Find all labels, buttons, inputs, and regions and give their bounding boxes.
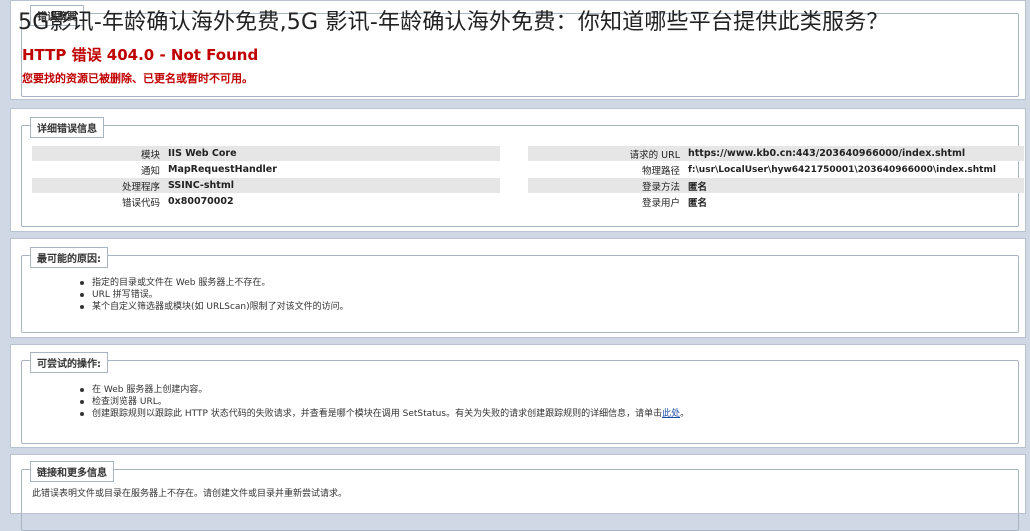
- detail-value: https://www.kb0.cn:443/203640966000/inde…: [688, 148, 966, 159]
- detail-label: 处理程序: [121, 181, 160, 193]
- details-legend: 详细错误信息: [30, 117, 104, 138]
- list-item: 检查浏览器 URL。: [78, 396, 689, 408]
- actions-list: 在 Web 服务器上创建内容。 检查浏览器 URL。 创建跟踪规则以跟踪此 HT…: [78, 384, 689, 420]
- list-item: 创建跟踪规则以跟踪此 HTTP 状态代码的失败请求，并查看是哪个模块在调用 Se…: [78, 408, 689, 420]
- detail-row-notification: 通知 MapRequestHandler: [32, 162, 500, 177]
- detail-row-handler: 处理程序 SSINC-shtml: [32, 178, 500, 193]
- detail-row-logon-method: 登录方法 匿名: [528, 178, 1024, 193]
- causes-legend: 最可能的原因:: [30, 247, 108, 268]
- detail-label: 登录方法: [641, 181, 680, 193]
- detail-value: 0x80070002: [168, 196, 234, 207]
- detail-value: SSINC-shtml: [168, 180, 234, 191]
- detail-row-error-code: 错误代码 0x80070002: [32, 194, 500, 209]
- detail-label: 模块: [140, 149, 160, 161]
- here-link[interactable]: 此处: [662, 409, 680, 419]
- list-item-suffix: 。: [680, 409, 690, 419]
- links-panel: 链接和更多信息: [10, 454, 1026, 531]
- detail-value: MapRequestHandler: [168, 164, 277, 175]
- links-text: 此错误表明文件或目录在服务器上不存在。请创建文件或目录并重新尝试请求。: [32, 489, 348, 499]
- detail-row-logon-user: 登录用户 匿名: [528, 194, 1024, 209]
- detail-label: 请求的 URL: [629, 149, 680, 161]
- list-item: 在 Web 服务器上创建内容。: [78, 384, 689, 396]
- error-message: 您要找的资源已被删除、已更名或暂时不可用。: [22, 72, 253, 85]
- detail-label: 错误代码: [121, 197, 160, 209]
- list-item: 某个自定义筛选器或模块(如 URLScan)限制了对该文件的访问。: [78, 301, 349, 313]
- detail-value: 匿名: [688, 197, 708, 209]
- detail-label: 登录用户: [641, 197, 680, 209]
- detail-row-requested-url: 请求的 URL https://www.kb0.cn:443/203640966…: [528, 146, 1024, 161]
- list-item: URL 拼写错误。: [78, 289, 349, 301]
- overlay-headline: 5G影讯-年龄确认海外免费,5G 影讯-年龄确认海外免费：你知道哪些平台提供此类…: [18, 10, 889, 35]
- list-item: 指定的目录或文件在 Web 服务器上不存在。: [78, 277, 349, 289]
- links-fieldset: 链接和更多信息: [21, 461, 1019, 531]
- detail-value: f:\usr\LocalUser\hyw6421750001\203640966…: [688, 164, 996, 175]
- links-legend: 链接和更多信息: [30, 461, 114, 482]
- actions-legend: 可尝试的操作:: [30, 352, 108, 373]
- causes-list: 指定的目录或文件在 Web 服务器上不存在。 URL 拼写错误。 某个自定义筛选…: [78, 277, 349, 313]
- detail-row-module: 模块 IIS Web Core: [32, 146, 500, 161]
- detail-value: 匿名: [688, 181, 708, 193]
- list-item-text: 创建跟踪规则以跟踪此 HTTP 状态代码的失败请求，并查看是哪个模块在调用 Se…: [92, 409, 663, 419]
- detail-value: IIS Web Core: [168, 148, 237, 159]
- detail-label: 通知: [140, 165, 160, 177]
- detail-row-physical-path: 物理路径 f:\usr\LocalUser\hyw6421750001\2036…: [528, 162, 1024, 177]
- detail-label: 物理路径: [641, 165, 680, 177]
- error-title: HTTP 错误 404.0 - Not Found: [22, 46, 259, 64]
